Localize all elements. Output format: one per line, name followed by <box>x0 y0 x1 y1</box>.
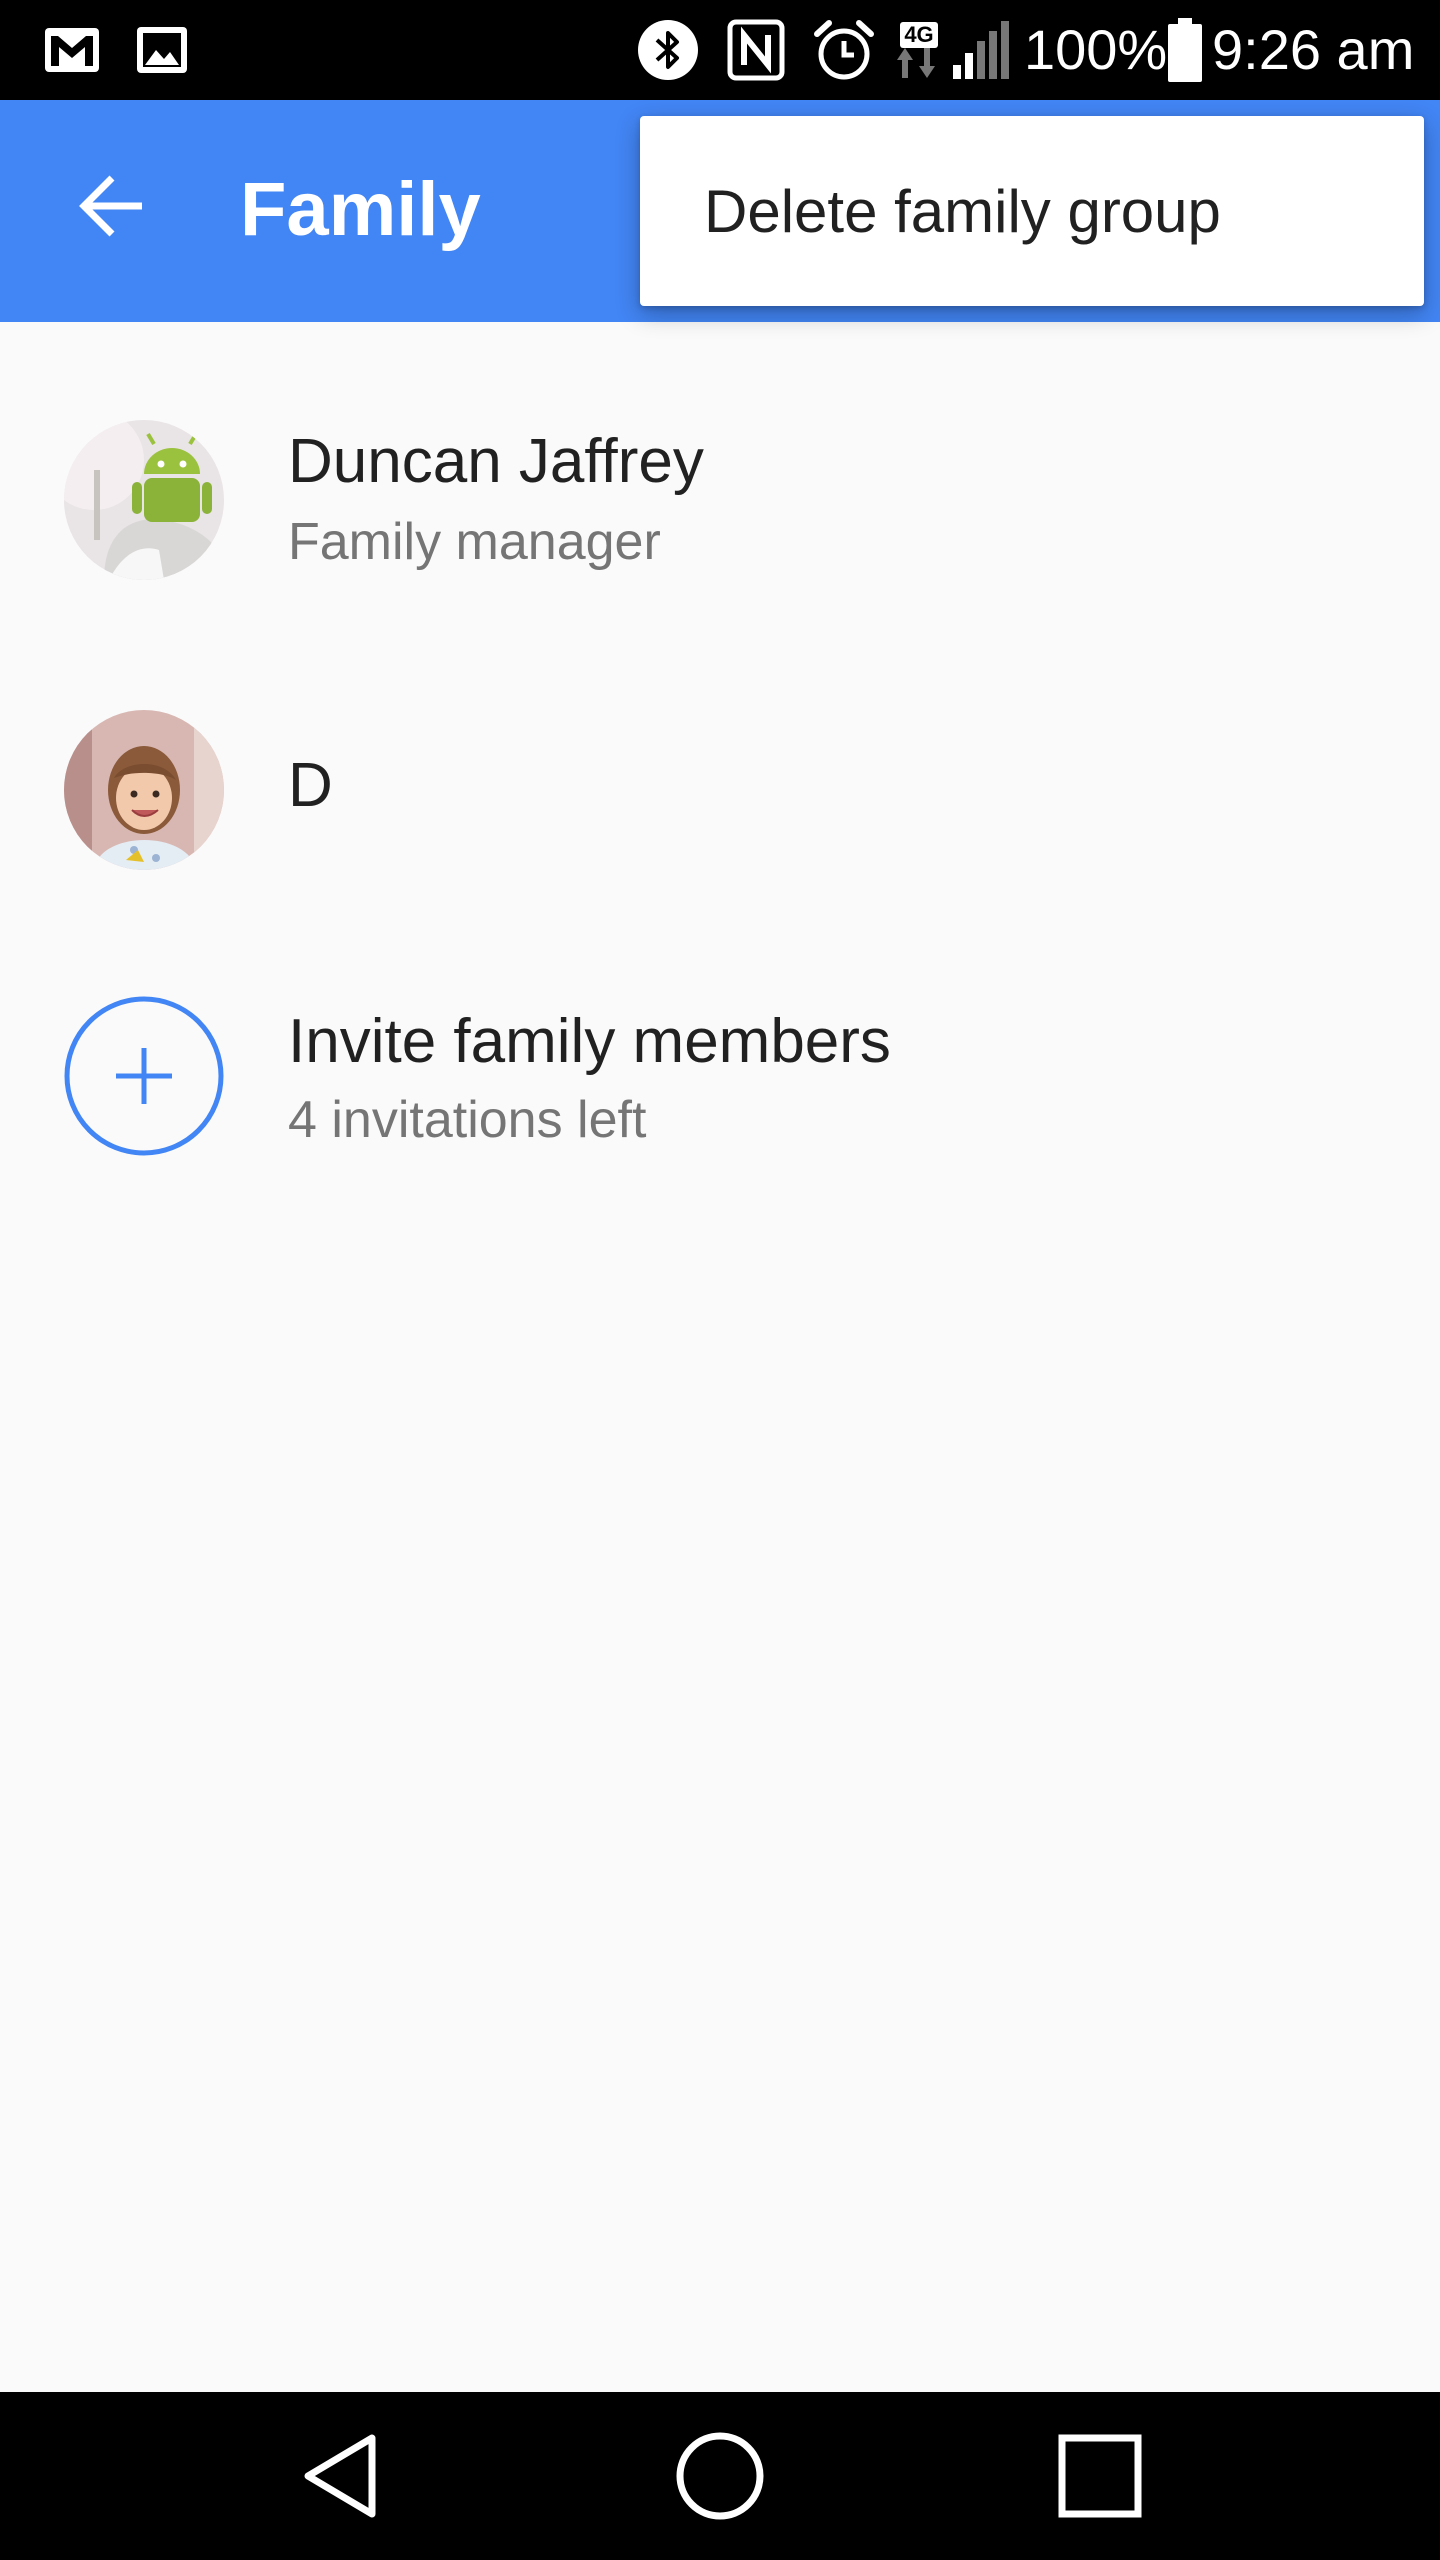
screen: 4G 100% 9:26 am Family Delete family gro… <box>0 0 1440 2560</box>
signal-icon <box>950 18 1012 82</box>
member-row-duncan[interactable]: Duncan Jaffrey Family manager <box>0 400 1440 600</box>
android-robot-avatar <box>64 420 224 580</box>
gmail-icon <box>40 18 104 82</box>
invite-label: Invite family members <box>288 1007 891 1076</box>
network-4g-icon: 4G <box>894 18 944 82</box>
arrow-back-icon <box>79 175 142 237</box>
add-circle-icon <box>64 996 224 1156</box>
battery-percent: 100% <box>1024 18 1168 81</box>
member-name: D <box>288 751 333 820</box>
back-button[interactable] <box>64 158 160 254</box>
alarm-icon <box>810 18 878 82</box>
battery-icon <box>1164 18 1206 82</box>
network-badge: 4G <box>900 22 938 48</box>
member-row-d[interactable]: D <box>0 690 1440 890</box>
home-circle-icon[interactable] <box>660 2416 780 2536</box>
clock: 9:26 am <box>1212 18 1415 81</box>
delete-family-group-menu-item[interactable]: Delete family group <box>640 116 1424 306</box>
recents-square-icon[interactable] <box>1040 2416 1160 2536</box>
page-title: Family <box>240 167 481 252</box>
nfc-icon <box>724 18 788 82</box>
invitations-left: 4 invitations left <box>288 1091 647 1149</box>
bluetooth-icon <box>636 18 700 82</box>
member-role: Family manager <box>288 513 661 571</box>
nav-bar <box>0 2392 1440 2560</box>
child-photo-avatar <box>64 710 224 870</box>
invite-family-members-row[interactable]: Invite family members 4 invitations left <box>0 976 1440 1176</box>
status-bar: 4G 100% 9:26 am <box>0 0 1440 100</box>
member-name: Duncan Jaffrey <box>288 427 704 496</box>
back-triangle-icon[interactable] <box>280 2416 400 2536</box>
image-icon <box>130 18 194 82</box>
overflow-menu: Delete family group <box>640 116 1424 306</box>
